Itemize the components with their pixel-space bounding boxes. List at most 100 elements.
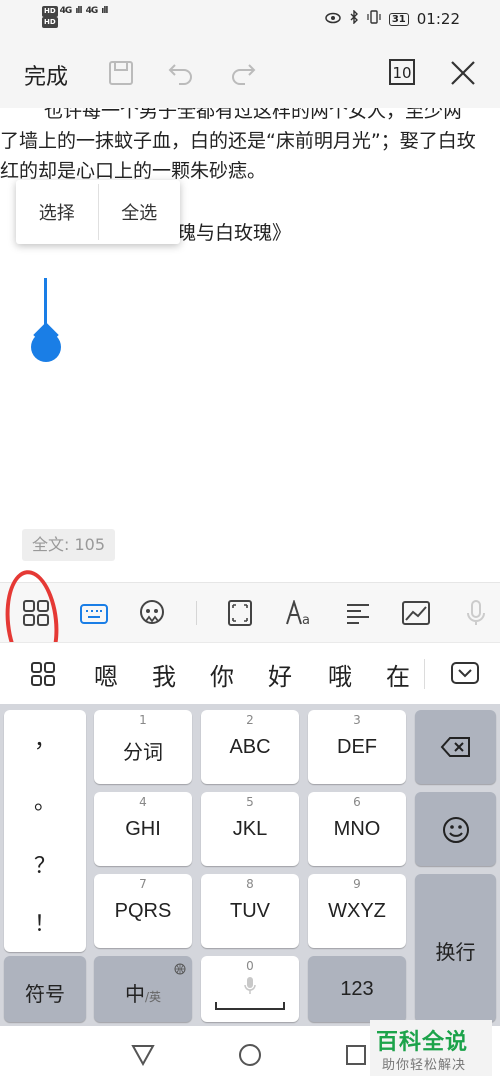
key-label: DEF	[337, 736, 377, 758]
language-label: 中	[124, 982, 145, 1006]
done-button[interactable]: 完成	[24, 59, 68, 91]
ime-function-row: a	[0, 582, 500, 642]
space-key[interactable]: 0	[201, 956, 299, 1022]
punct-question[interactable]: ？	[4, 848, 86, 880]
punct-exclaim[interactable]: ！	[4, 906, 86, 938]
candidate-word[interactable]: 你	[210, 657, 234, 692]
close-icon[interactable]	[448, 58, 478, 88]
key-number: 6	[353, 795, 361, 809]
key-6[interactable]: 6 MNO	[308, 792, 406, 866]
key-label: WXYZ	[328, 900, 386, 922]
document-area[interactable]: 也许每一个男子全都有过这样的两个女人，至少两 了墙上的一抹蚊子血，白的还是“床前…	[0, 108, 500, 578]
key-8[interactable]: 8 TUV	[201, 874, 299, 948]
key-number: 4	[139, 795, 147, 809]
collapse-keyboard-icon[interactable]	[450, 661, 480, 689]
divider	[196, 601, 197, 625]
recents-icon[interactable]	[343, 1042, 369, 1068]
svg-text:a: a	[302, 613, 310, 626]
language-sub-label: /英	[144, 990, 162, 1004]
battery-icon: 31	[388, 12, 409, 26]
smiley-icon	[442, 816, 470, 848]
key-number: 8	[246, 877, 254, 891]
candidate-bar: 嗯 我 你 好 哦 在	[0, 642, 500, 704]
candidate-word[interactable]: 好	[268, 657, 292, 692]
key-3[interactable]: 3 DEF	[308, 710, 406, 784]
key-label: PQRS	[114, 900, 172, 922]
symbols-key[interactable]: 符号	[4, 956, 86, 1022]
key-9[interactable]: 9 WXYZ	[308, 874, 406, 948]
number-key[interactable]: 123	[308, 956, 406, 1022]
key-number: 0	[246, 959, 254, 973]
text-line: 红的却是心口上的一颗朱砂痣。	[0, 160, 267, 182]
key-7[interactable]: 7 PQRS	[94, 874, 192, 948]
signal-indicators: HD 4G ıll 4G ıll HD	[42, 6, 112, 28]
word-count-badge: 全文: 105	[22, 529, 116, 561]
clock: 01:22	[416, 10, 460, 28]
candidate-word[interactable]: 哦	[328, 657, 352, 692]
hd-badge: HD	[42, 17, 58, 28]
microphone-icon	[243, 976, 257, 1000]
cursor-handle[interactable]	[31, 332, 61, 362]
selection-popup: 选择 全选	[16, 180, 180, 244]
text-line: 也许每一个男子全都有过这样的两个女人，至少两	[44, 108, 463, 122]
grid-menu-icon[interactable]	[30, 661, 56, 691]
status-right: 31 01:22	[325, 9, 460, 28]
image-icon[interactable]	[400, 597, 432, 629]
editor-toolbar: 完成 10	[0, 40, 500, 108]
select-button[interactable]: 选择	[16, 180, 98, 244]
watermark-subtitle: 助你轻松解决	[382, 1058, 467, 1073]
keyboard: ， 。 ？ ！ 1 分词 2 ABC 3 DEF 4 GHI 5 JKL 6 M…	[0, 704, 500, 1026]
signal-bars-icon: ıll	[75, 6, 82, 16]
page-count: 10	[392, 64, 412, 82]
status-bar: HD 4G ıll 4G ıll HD 31 01:22	[0, 0, 500, 40]
key-1[interactable]: 1 分词	[94, 710, 192, 784]
globe-icon	[174, 960, 186, 979]
signal-bars-icon: ıll	[101, 6, 108, 16]
divider	[424, 659, 425, 689]
save-icon[interactable]	[106, 58, 136, 88]
text-line: 了墙上的一抹蚊子血，白的还是“床前明月光”；娶了白玫	[0, 130, 476, 152]
key-number: 3	[353, 713, 361, 727]
key-5[interactable]: 5 JKL	[201, 792, 299, 866]
font-icon[interactable]: a	[284, 597, 316, 629]
signal-2-label: 4G	[85, 6, 99, 16]
space-bar-icon	[215, 1002, 285, 1010]
align-left-icon[interactable]	[342, 597, 374, 629]
enter-key[interactable]: 换行	[415, 874, 496, 1022]
microphone-icon[interactable]	[460, 597, 492, 629]
page-count-button[interactable]: 10	[388, 58, 416, 88]
language-key[interactable]: 中/英	[94, 956, 192, 1022]
keyboard-icon[interactable]	[78, 597, 110, 629]
watermark-logo: 百科全说 助你轻松解决	[370, 1020, 492, 1076]
signal-1-label: 4G	[59, 6, 73, 16]
punctuation-key[interactable]: ， 。 ？ ！	[4, 710, 86, 952]
backspace-key[interactable]	[415, 710, 496, 784]
key-label: JKL	[232, 818, 268, 840]
vibrate-icon	[367, 10, 381, 28]
watermark-title: 百科全说	[376, 1030, 469, 1055]
bluetooth-icon	[349, 9, 359, 28]
emoji-icon[interactable]	[136, 597, 168, 629]
punct-period[interactable]: 。	[4, 784, 86, 816]
key-label: ABC	[229, 736, 271, 758]
back-icon[interactable]	[130, 1042, 156, 1068]
key-number: 2	[246, 713, 254, 727]
candidate-word[interactable]: 嗯	[94, 657, 118, 692]
key-number: 1	[139, 713, 147, 727]
candidate-word[interactable]: 在	[386, 657, 410, 692]
key-label: 分词	[123, 742, 163, 764]
emoji-key[interactable]	[415, 792, 496, 866]
key-label: GHI	[125, 818, 161, 840]
number-label: 123	[340, 978, 374, 1000]
fullscreen-icon[interactable]	[224, 597, 256, 629]
select-all-button[interactable]: 全选	[99, 180, 181, 244]
redo-icon[interactable]	[228, 58, 258, 88]
key-2[interactable]: 2 ABC	[201, 710, 299, 784]
hd-badge: HD	[42, 6, 58, 17]
punct-comma[interactable]: ，	[4, 722, 86, 754]
key-label: TUV	[230, 900, 270, 922]
home-icon[interactable]	[237, 1042, 263, 1068]
undo-icon[interactable]	[166, 58, 196, 88]
key-4[interactable]: 4 GHI	[94, 792, 192, 866]
candidate-word[interactable]: 我	[152, 657, 176, 692]
